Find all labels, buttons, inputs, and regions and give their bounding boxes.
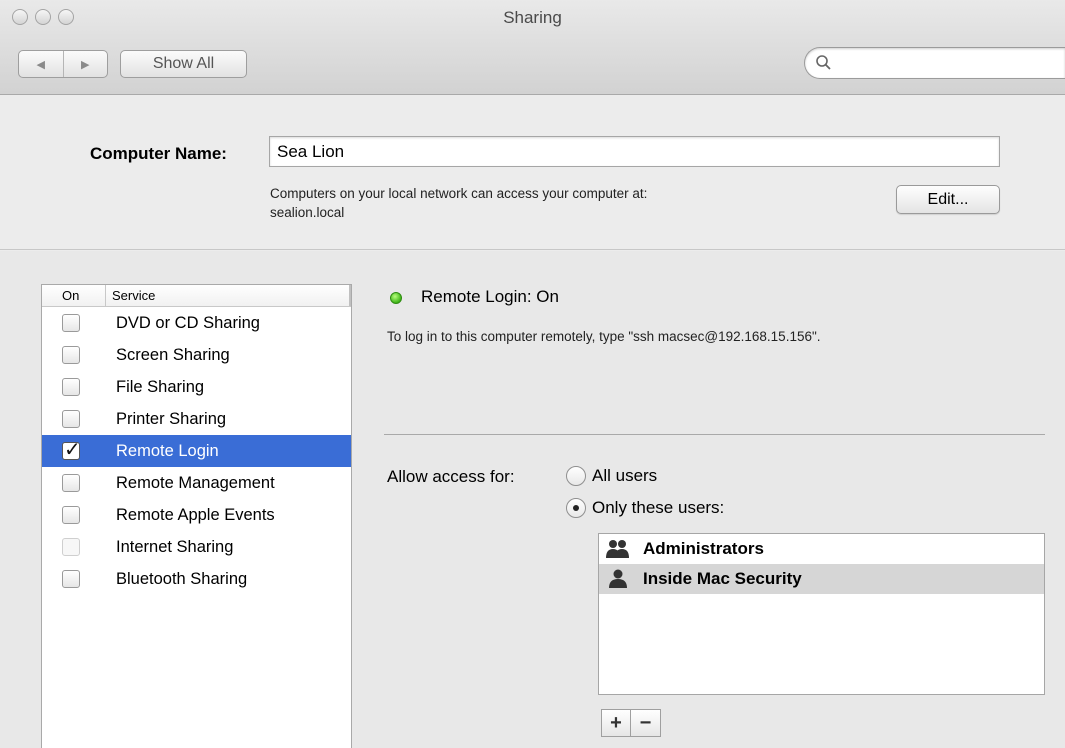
service-row[interactable]: Remote Login xyxy=(42,435,351,467)
service-label: Remote Login xyxy=(116,441,219,460)
ssh-instructions: To log in to this computer remotely, typ… xyxy=(387,329,821,344)
forward-button[interactable]: ▶ xyxy=(62,51,108,77)
column-header-service[interactable]: Service xyxy=(106,285,351,306)
back-button[interactable]: ◀ xyxy=(19,51,63,77)
service-list: DVD or CD Sharing Screen Sharing File Shar… xyxy=(42,307,351,595)
service-row[interactable]: Bluetooth Sharing xyxy=(42,563,351,595)
service-checkbox[interactable] xyxy=(62,437,81,461)
allow-access-label: Allow access for: xyxy=(387,467,515,486)
user-name: Inside Mac Security xyxy=(643,569,802,588)
search-icon xyxy=(816,55,831,70)
service-checkbox[interactable] xyxy=(62,474,80,492)
service-row[interactable]: File Sharing xyxy=(42,371,351,403)
status-indicator-icon xyxy=(390,292,402,304)
radio-all-users-icon[interactable] xyxy=(566,466,586,486)
computer-name-help: Computers on your local network can acce… xyxy=(270,184,830,222)
service-checkbox-cell xyxy=(42,538,106,556)
only-these-users-radio[interactable]: Only these users: xyxy=(566,498,724,518)
service-checkbox[interactable] xyxy=(62,410,80,428)
section-divider xyxy=(384,434,1045,435)
service-checkbox-cell xyxy=(42,410,106,428)
allowed-users-list: Administrators Inside Mac Security xyxy=(598,533,1045,695)
search-input[interactable] xyxy=(804,47,1065,79)
service-label: Remote Apple Events xyxy=(116,505,275,524)
service-checkbox-cell xyxy=(42,506,106,524)
service-table: On Service DVD or CD Sharing Screen Shari… xyxy=(41,284,352,748)
service-checkbox-cell xyxy=(42,378,106,396)
service-checkbox-cell xyxy=(42,346,106,364)
service-checkbox[interactable] xyxy=(62,314,80,332)
computer-name-section: Computer Name: Sea Lion Computers on you… xyxy=(0,96,1065,250)
remove-user-button[interactable]: − xyxy=(631,709,661,737)
network-help-text: Computers on your local network can acce… xyxy=(270,186,648,201)
user-row-administrators[interactable]: Administrators xyxy=(599,534,1044,564)
forward-arrow-icon: ▶ xyxy=(81,58,90,71)
service-checkbox[interactable] xyxy=(62,506,80,524)
all-users-label: All users xyxy=(592,466,658,485)
user-list-controls: + − xyxy=(601,709,661,737)
add-user-button[interactable]: + xyxy=(601,709,631,737)
local-hostname: sealion.local xyxy=(270,205,345,220)
service-checkbox[interactable] xyxy=(62,538,80,556)
group-icon xyxy=(605,539,631,559)
window-toolbar: Sharing ◀ ▶ Show All xyxy=(0,0,1065,95)
service-row[interactable]: Printer Sharing xyxy=(42,403,351,435)
service-row[interactable]: Internet Sharing xyxy=(42,531,351,563)
window-title: Sharing xyxy=(503,8,562,27)
service-row[interactable]: Screen Sharing xyxy=(42,339,351,371)
service-label: Printer Sharing xyxy=(116,409,227,428)
service-table-header: On Service xyxy=(42,285,351,307)
service-label: Internet Sharing xyxy=(116,537,234,556)
service-checkbox[interactable] xyxy=(62,346,80,364)
service-status-text: Remote Login: On xyxy=(421,287,559,306)
service-label: File Sharing xyxy=(116,377,205,396)
service-label: DVD or CD Sharing xyxy=(116,313,260,332)
edit-hostname-button[interactable]: Edit... xyxy=(896,185,1000,214)
user-name: Administrators xyxy=(643,539,764,558)
service-label: Screen Sharing xyxy=(116,345,230,364)
user-row-inside-mac-security[interactable]: Inside Mac Security xyxy=(599,564,1044,594)
service-label: Remote Management xyxy=(116,473,275,492)
service-checkbox-cell xyxy=(42,570,106,588)
column-header-on[interactable]: On xyxy=(42,285,106,306)
service-row[interactable]: Remote Apple Events xyxy=(42,499,351,531)
service-checkbox[interactable] xyxy=(62,570,80,588)
service-checkbox-cell xyxy=(42,474,106,492)
service-label: Bluetooth Sharing xyxy=(116,569,248,588)
show-all-button[interactable]: Show All xyxy=(120,50,247,78)
service-checkbox[interactable] xyxy=(62,378,80,396)
radio-only-users-icon[interactable] xyxy=(566,498,586,518)
user-icon xyxy=(605,569,631,589)
back-forward-control: ◀ ▶ xyxy=(18,50,108,78)
service-row[interactable]: Remote Management xyxy=(42,467,351,499)
back-arrow-icon: ◀ xyxy=(36,58,45,71)
service-checkbox-cell xyxy=(42,437,106,461)
service-checkbox-cell xyxy=(42,314,106,332)
only-these-users-label: Only these users: xyxy=(592,498,725,517)
computer-name-field[interactable]: Sea Lion xyxy=(269,136,1000,167)
computer-name-label: Computer Name: xyxy=(90,144,227,163)
service-row[interactable]: DVD or CD Sharing xyxy=(42,307,351,339)
all-users-radio[interactable]: All users xyxy=(566,466,657,486)
